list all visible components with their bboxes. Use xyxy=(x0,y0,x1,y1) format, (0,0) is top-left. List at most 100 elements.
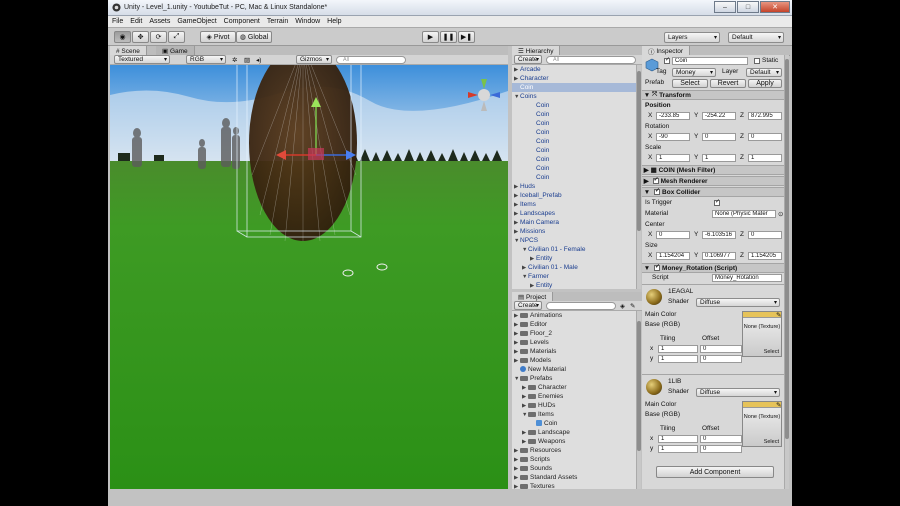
box-collider-header[interactable]: ▼ Box Collider xyxy=(642,187,784,197)
project-item[interactable]: ▶ Models xyxy=(512,356,636,365)
hierarchy-item[interactable]: ▶ Entity xyxy=(512,254,636,263)
project-create-dropdown[interactable]: Create xyxy=(514,301,542,310)
hierarchy-item[interactable]: Coin xyxy=(512,137,636,146)
menu-window[interactable]: Window xyxy=(295,18,320,25)
mesh-renderer-header[interactable]: ▶ Mesh Renderer xyxy=(642,176,784,186)
size-y-field[interactable]: 0.106977 xyxy=(702,252,736,260)
project-item[interactable]: ▶ Landscape xyxy=(512,428,636,437)
box-collider-checkbox[interactable] xyxy=(654,187,660,195)
is-trigger-checkbox[interactable] xyxy=(714,198,720,206)
hierarchy-item[interactable]: ▶ Character xyxy=(512,74,636,83)
maximize-button[interactable]: □ xyxy=(737,1,759,13)
hierarchy-item[interactable]: ▶ Huds xyxy=(512,182,636,191)
scene-view[interactable] xyxy=(110,65,508,489)
project-item[interactable]: ▶ Character xyxy=(512,383,636,392)
hierarchy-item[interactable]: ▶ Arcade xyxy=(512,65,636,74)
hierarchy-item[interactable]: ▶ Items xyxy=(512,200,636,209)
hierarchy-search-input[interactable]: All xyxy=(546,56,636,64)
static-checkbox[interactable] xyxy=(754,58,760,64)
hierarchy-item[interactable]: Coin xyxy=(512,164,636,173)
object-name-field[interactable]: Coin xyxy=(672,57,748,65)
project-item[interactable]: ▶ Sounds xyxy=(512,464,636,473)
hierarchy-item[interactable]: Coin xyxy=(512,155,636,164)
hierarchy-scrollbar[interactable] xyxy=(636,65,641,289)
close-button[interactable]: ✕ xyxy=(760,1,790,13)
transform-header[interactable]: ▼ ⤧ Transform xyxy=(642,90,784,100)
hierarchy-item[interactable]: Coin xyxy=(512,128,636,137)
hierarchy-item[interactable]: ▶ Missions xyxy=(512,227,636,236)
hierarchy-item[interactable]: Coin xyxy=(512,119,636,128)
filter-type-icon[interactable]: ◈ xyxy=(620,302,625,310)
rotation-x-field[interactable]: -90 xyxy=(656,133,690,141)
rotation-z-field[interactable]: 0 xyxy=(748,133,782,141)
play-button[interactable]: ▶ xyxy=(422,31,439,43)
hand-tool-button[interactable]: ◉ xyxy=(114,31,131,43)
tiling-x-field[interactable]: 1 xyxy=(658,345,698,353)
project-item[interactable]: ▶ Materials xyxy=(512,347,636,356)
hierarchy-item[interactable]: ▶ Iceball_Prefab xyxy=(512,191,636,200)
center-x-field[interactable]: 0 xyxy=(656,231,690,239)
menu-help[interactable]: Help xyxy=(327,18,341,25)
hierarchy-item[interactable]: Coin xyxy=(512,101,636,110)
position-x-field[interactable]: -233.85 xyxy=(656,112,690,120)
project-scrollbar[interactable] xyxy=(636,311,641,489)
scene-search-input[interactable]: All xyxy=(336,56,406,64)
hierarchy-item[interactable]: ▼Farmer xyxy=(512,272,636,281)
hierarchy-item[interactable]: ▼Coins xyxy=(512,92,636,101)
menu-assets[interactable]: Assets xyxy=(149,18,170,25)
project-item[interactable]: ▼ Prefabs xyxy=(512,374,636,383)
rotation-y-field[interactable]: 0 xyxy=(702,133,736,141)
project-item[interactable]: ▶ Levels xyxy=(512,338,636,347)
project-item[interactable]: New Material xyxy=(512,365,636,374)
prefab-revert-button[interactable]: Revert xyxy=(710,79,746,88)
layers-dropdown[interactable]: Layers xyxy=(664,32,720,43)
offset-x-field[interactable]: 0 xyxy=(700,345,742,353)
scale-y-field[interactable]: 1 xyxy=(702,154,736,162)
filter-label-icon[interactable]: ✎ xyxy=(630,302,635,310)
tag-dropdown[interactable]: Money xyxy=(672,68,716,77)
render-mode-dropdown[interactable]: Textured xyxy=(114,55,170,64)
offset-y-field[interactable]: 0 xyxy=(700,355,742,363)
menu-file[interactable]: File xyxy=(112,18,123,25)
texture-select-button[interactable]: Select xyxy=(764,439,779,445)
size-x-field[interactable]: 1.154204 xyxy=(656,252,690,260)
hierarchy-item[interactable]: Coin xyxy=(512,146,636,155)
hierarchy-item[interactable]: ▼NPCS xyxy=(512,236,636,245)
position-z-field[interactable]: 872.995 xyxy=(748,112,782,120)
scale-z-field[interactable]: 1 xyxy=(748,154,782,162)
menu-edit[interactable]: Edit xyxy=(130,18,142,25)
offset-y-field[interactable]: 0 xyxy=(700,445,742,453)
hierarchy-item[interactable]: Coin xyxy=(512,110,636,119)
hierarchy-item[interactable]: ▶ Civilian 01 - Male xyxy=(512,263,636,272)
center-y-field[interactable]: -6.103516 xyxy=(702,231,736,239)
material-2-shader-dropdown[interactable]: Diffuse xyxy=(696,388,780,397)
inspector-scrollbar[interactable] xyxy=(784,55,789,489)
global-toggle[interactable]: ◍ Global xyxy=(236,31,272,43)
tiling-y-field[interactable]: 1 xyxy=(658,355,698,363)
mesh-renderer-checkbox[interactable] xyxy=(652,176,659,184)
menu-component[interactable]: Component xyxy=(224,18,260,25)
project-item[interactable]: ▶ HUDs xyxy=(512,401,636,410)
tiling-y-field[interactable]: 1 xyxy=(658,445,698,453)
project-item[interactable]: ▶ Scripts xyxy=(512,455,636,464)
project-item[interactable]: ▶ Floor_2 xyxy=(512,329,636,338)
pause-button[interactable]: ❚❚ xyxy=(440,31,457,43)
prefab-apply-button[interactable]: Apply xyxy=(748,79,782,88)
collider-material-field[interactable]: None (Physic Mater xyxy=(712,210,776,218)
prefab-select-button[interactable]: Select xyxy=(672,79,708,88)
offset-x-field[interactable]: 0 xyxy=(700,435,742,443)
menu-gameobject[interactable]: GameObject xyxy=(177,18,216,25)
project-item[interactable]: ▶ Textures xyxy=(512,482,636,489)
menu-terrain[interactable]: Terrain xyxy=(267,18,288,25)
material-1-shader-dropdown[interactable]: Diffuse xyxy=(696,298,780,307)
step-button[interactable]: ▶❚ xyxy=(458,31,475,43)
hierarchy-item[interactable]: ▶ Entity xyxy=(512,281,636,289)
project-item[interactable]: ▶ Editor xyxy=(512,320,636,329)
lighting-toggle-icon[interactable]: ✲ xyxy=(232,56,237,64)
move-tool-button[interactable]: ✥ xyxy=(132,31,149,43)
money-rotation-checkbox[interactable] xyxy=(654,263,660,271)
texture-select-button[interactable]: Select xyxy=(764,349,779,355)
hierarchy-item[interactable]: ▼Civilian 01 - Female xyxy=(512,245,636,254)
project-item[interactable]: ▶ Standard Assets xyxy=(512,473,636,482)
money-rotation-header[interactable]: ▼ Money_Rotation (Script) xyxy=(642,263,784,273)
